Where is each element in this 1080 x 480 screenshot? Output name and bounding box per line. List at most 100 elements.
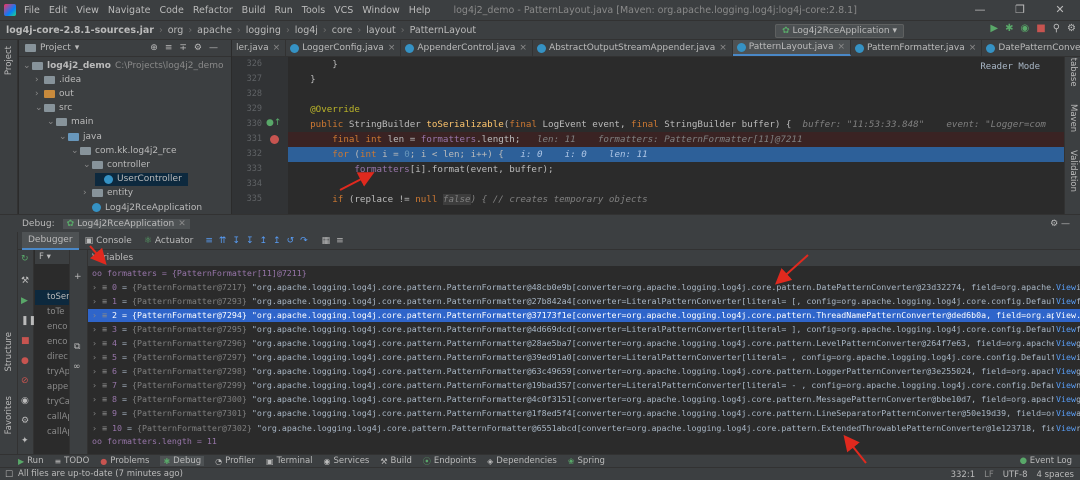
editor-tab[interactable]: PatternLayout.java × [732,40,852,56]
expand-icon[interactable]: › ≡ [92,352,112,362]
view-link[interactable]: View [1054,308,1076,322]
breadcrumb-apache[interactable]: apache [197,25,232,36]
add-watch-icon[interactable]: + [74,272,82,282]
variable-row[interactable]: › ≡ 8 = {PatternFormatter@7300} "org.apa… [88,393,1080,407]
pin-icon[interactable]: ✦ [21,436,29,446]
project-tree-node[interactable]: ⌄ main [47,116,94,129]
close-icon[interactable]: ✕ [178,219,186,229]
view-link[interactable]: View [1054,336,1076,351]
breadcrumb-layout[interactable]: layout [366,25,396,36]
stack-frame[interactable]: toTe [35,305,69,320]
toolwindow-run[interactable]: ▶ Run [18,456,43,466]
stack-frame[interactable]: enco [35,335,69,350]
close-icon[interactable]: × [719,43,727,53]
toolwindow-spring[interactable]: ❀ Spring [568,456,605,466]
structure-toolwindow-tab[interactable]: Structure [4,332,14,372]
menu-view[interactable]: View [76,5,99,16]
tab-console[interactable]: ▣ Console [79,232,138,250]
menu-tools[interactable]: Tools [302,5,325,16]
expand-icon[interactable]: › ≡ [92,338,112,348]
project-tree-node[interactable]: ⌄ controller [83,158,150,171]
chevron-icon[interactable]: ⌄ [59,132,68,142]
view-link[interactable]: View [1054,407,1076,421]
copy-icon[interactable]: ⧉ [74,342,80,352]
toolwindow-services[interactable]: ◉ Services [324,456,370,466]
chevron-icon[interactable]: › [35,89,44,99]
menu-file[interactable]: File [24,5,40,16]
menu-window[interactable]: Window [362,5,399,16]
project-panel-actions[interactable]: ⊕≡∓⚙— [150,43,225,53]
stack-frame[interactable]: direc [35,350,69,365]
chevron-icon[interactable]: ⌄ [47,117,56,127]
view-link[interactable]: View [1054,365,1076,379]
editor-tab[interactable]: AppenderControl.java × [401,40,533,56]
variable-row[interactable]: › ≡ 2 = {PatternFormatter@7294} "org.apa… [88,308,1080,322]
toolwindow-build[interactable]: ⚒ Build [380,456,412,466]
evaluate-toolbar[interactable]: ▦≡ [322,236,350,246]
chevron-down-icon[interactable]: ▾ [75,43,80,53]
toolwindow-profiler[interactable]: ◔ Profiler [215,456,255,466]
wrench-icon[interactable]: ⚒ [21,276,29,286]
chevron-icon[interactable]: › [83,188,92,198]
search-icon[interactable]: ⚲ [1053,23,1060,34]
project-tree-node[interactable]: Log4j2RceApplication [83,201,202,214]
stack-frame[interactable]: tryAp [35,365,69,380]
menu-run[interactable]: Run [275,5,293,16]
view-link[interactable]: View [1054,294,1076,308]
favorites-toolwindow-tab[interactable]: Favorites [4,396,14,434]
editor-tab[interactable]: PatternFormatter.java × [851,40,983,56]
rerun-icon[interactable]: ↻ [21,254,29,264]
camera-icon[interactable]: ◉ [21,396,29,406]
menu-navigate[interactable]: Navigate [108,5,151,16]
breadcrumb-class[interactable]: PatternLayout [410,25,476,36]
variable-row[interactable]: › ≡ 3 = {PatternFormatter@7295} "org.apa… [88,322,1080,337]
expand-icon[interactable]: › ≡ [92,324,112,334]
breadcrumb-log4j[interactable]: log4j [295,25,318,36]
variable-row[interactable]: › ≡ 1 = {PatternFormatter@7293} "org.apa… [88,294,1080,308]
variable-row[interactable]: › ≡ 5 = {PatternFormatter@7297} "org.apa… [88,351,1080,365]
close-icon[interactable]: ✕ [1040,0,1080,20]
expand-icon[interactable]: › ≡ [92,366,112,376]
toolwindow-endpoints[interactable]: ⦿ Endpoints [423,456,476,467]
stack-frame[interactable]: appe [35,380,69,395]
settings-icon[interactable]: ⚙ [21,416,29,426]
layout-validation-toolwindow-tab[interactable]: Layout Validation [1068,150,1080,214]
stack-frame[interactable]: callAp [35,410,69,425]
editor-tab[interactable]: DatePatternConverter.java× [982,40,1080,56]
variable-row[interactable]: › ≡ 6 = {PatternFormatter@7298} "org.apa… [88,365,1080,379]
chevron-icon[interactable]: › [35,75,44,85]
view-link[interactable]: View [1054,421,1076,435]
variable-row[interactable]: › ≡ 7 = {PatternFormatter@7299} "org.apa… [88,379,1080,393]
stop-icon[interactable]: ■ [21,336,30,346]
file-encoding[interactable]: UTF-8 [1003,470,1028,480]
project-tree-node[interactable]: ⌄ src [35,102,72,115]
breadcrumb-org[interactable]: org [168,25,184,36]
chevron-icon[interactable]: ⌄ [83,160,92,170]
override-marker-icon[interactable]: ●↑ [266,118,281,128]
tab-actuator[interactable]: ⚛ Actuator [138,232,200,250]
gear-icon[interactable]: ⚙ [1067,23,1076,34]
toolwindow-terminal[interactable]: ▣ Terminal [266,456,312,466]
breadcrumb-core[interactable]: core [332,25,353,36]
toolwindow-dependencies[interactable]: ◈ Dependencies [487,456,557,466]
menu-edit[interactable]: Edit [49,5,67,16]
project-toolwindow-tab[interactable]: Project [4,46,14,75]
editor-tab[interactable]: ler.java × [232,40,287,56]
debug-icon[interactable]: ✱ [1005,23,1013,34]
view-link[interactable]: View [1054,322,1076,337]
menu-vcs[interactable]: VCS [334,5,353,16]
view-link[interactable]: View [1054,351,1076,365]
editor-tab[interactable]: LoggerConfig.java × [286,40,402,56]
menu-refactor[interactable]: Refactor [193,5,233,16]
pause-icon[interactable]: ❚❚ [21,316,36,326]
expand-icon[interactable]: › ≡ [92,380,112,390]
tab-debugger[interactable]: Debugger [22,231,79,250]
breakpoint-icon[interactable] [270,135,279,144]
menu-code[interactable]: Code [159,5,183,16]
menu-help[interactable]: Help [409,5,431,16]
stack-frame[interactable]: toSer [35,290,69,305]
project-tree-node[interactable]: UserController [95,172,188,186]
line-separator[interactable]: LF [984,470,994,480]
expand-icon[interactable]: › ≡ [92,423,112,433]
stepping-toolbar[interactable]: ≡⇈↧↧↥↥↺↷ [205,236,313,246]
